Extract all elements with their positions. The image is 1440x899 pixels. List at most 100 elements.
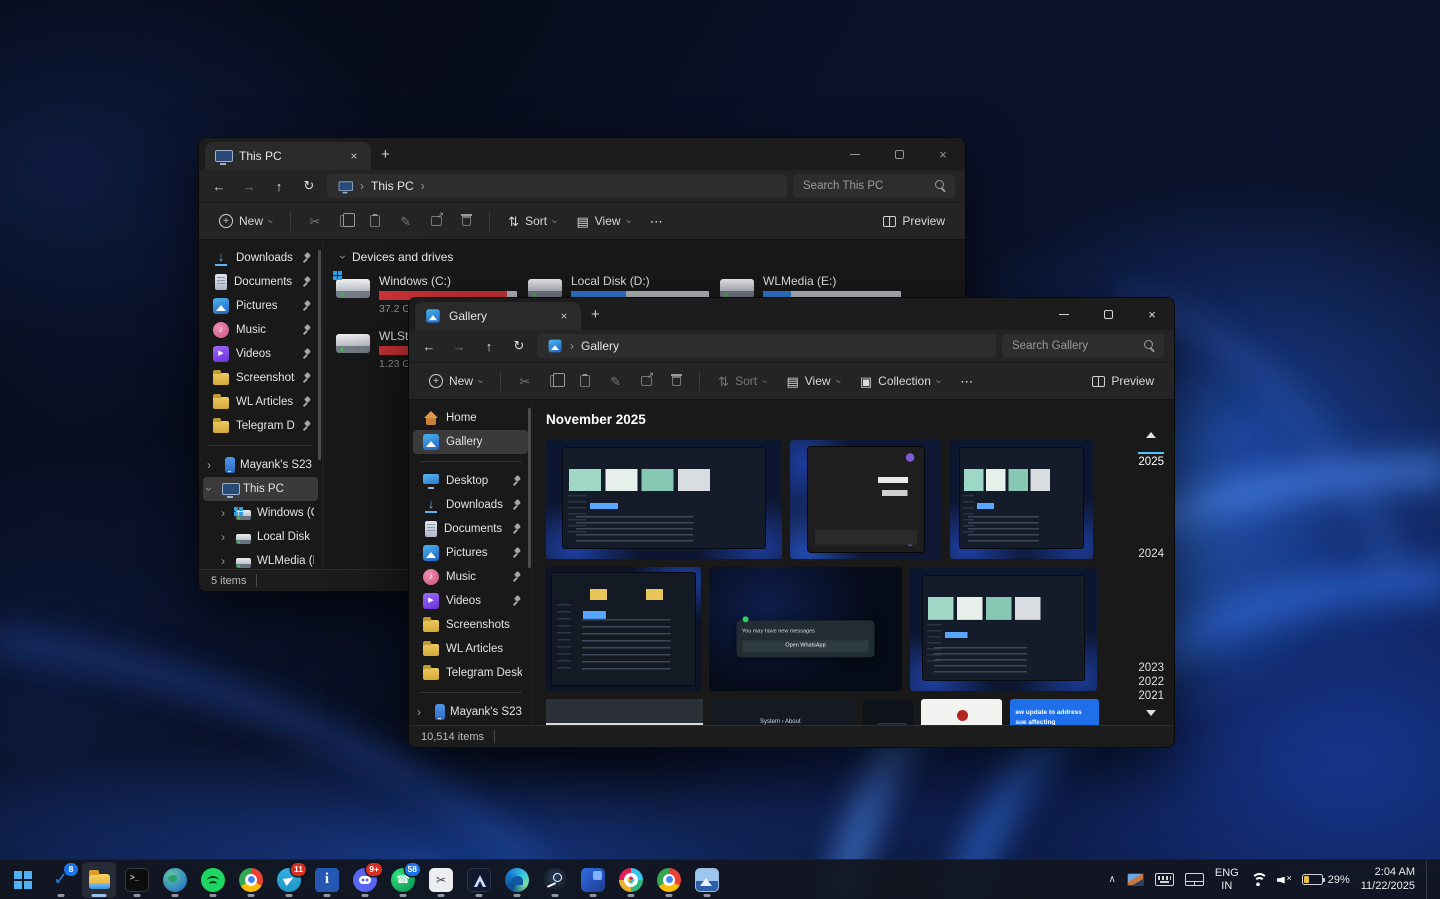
breadcrumb[interactable]: › Gallery: [537, 334, 996, 358]
gallery-thumbnail[interactable]: [863, 699, 913, 725]
gallery-thumbnail[interactable]: System › About: [711, 699, 855, 725]
up-button[interactable]: ↑: [267, 174, 291, 198]
minimize-button[interactable]: [833, 138, 877, 170]
volume-muted-icon[interactable]: [1277, 874, 1291, 886]
copy-button[interactable]: [332, 210, 358, 232]
gallery-thumbnail[interactable]: ew update to addresssue affectingrganiza…: [1010, 699, 1099, 725]
maximize-button[interactable]: [877, 138, 921, 170]
taskbar-steam-button[interactable]: [538, 862, 572, 898]
close-button[interactable]: ×: [1130, 298, 1174, 330]
taskbar-blue-app-button[interactable]: [576, 862, 610, 898]
scroll-up-icon[interactable]: [1146, 432, 1156, 438]
rename-button[interactable]: ✎: [392, 210, 419, 233]
sidebar-item[interactable]: Videos: [413, 589, 528, 613]
tree-item[interactable]: Mayank's S23: [413, 700, 528, 724]
tab-close-icon[interactable]: ×: [555, 307, 573, 325]
year-marker[interactable]: 2023: [1138, 662, 1164, 674]
taskbar-chrome-2-button[interactable]: [652, 862, 686, 898]
taskbar-chrome-button[interactable]: [234, 862, 268, 898]
touchpad-icon[interactable]: [1185, 873, 1204, 886]
taskbar-whatsapp-button[interactable]: 58: [386, 862, 420, 898]
sidebar-item[interactable]: Gallery: [413, 430, 528, 454]
language-indicator[interactable]: ENGIN: [1215, 867, 1239, 892]
sidebar-item[interactable]: Home: [413, 406, 528, 430]
hidden-icons-chevron[interactable]: ∧: [1109, 874, 1116, 885]
sidebar-item[interactable]: Desktop: [413, 469, 528, 493]
taskbar-terminal-button[interactable]: [120, 862, 154, 898]
taskbar-photos-button[interactable]: [690, 862, 724, 898]
sidebar-item[interactable]: Music: [413, 565, 528, 589]
gallery-thumbnail[interactable]: You may have new messagesOpen WhatsApp: [709, 567, 902, 691]
chevron-icon[interactable]: [207, 458, 217, 472]
battery-indicator[interactable]: 29%: [1302, 874, 1350, 886]
paste-button[interactable]: [572, 370, 598, 392]
gallery-thumbnail[interactable]: [950, 440, 1093, 559]
close-button[interactable]: ×: [921, 138, 965, 170]
new-tab-button[interactable]: +: [381, 146, 390, 163]
gallery-thumbnail[interactable]: [921, 699, 1002, 725]
chevron-icon[interactable]: [221, 506, 231, 520]
chevron-icon[interactable]: [221, 530, 231, 544]
tab-close-icon[interactable]: ×: [345, 147, 363, 165]
show-desktop-button[interactable]: [1426, 860, 1430, 899]
sidebar-item[interactable]: Documents: [203, 270, 318, 294]
taskbar-discord-button[interactable]: 9+: [348, 862, 382, 898]
sort-button[interactable]: ⇅Sort›: [500, 209, 564, 233]
search-input[interactable]: [801, 179, 935, 193]
preview-button[interactable]: Preview: [1084, 369, 1162, 393]
sidebar-item[interactable]: Screenshots: [203, 366, 318, 390]
breadcrumb[interactable]: › This PC ›: [327, 174, 787, 198]
tab-gallery[interactable]: Gallery ×: [415, 302, 581, 330]
tree-item[interactable]: Mayank's S23: [203, 453, 318, 477]
taskbar-snipping-tool-button[interactable]: [424, 862, 458, 898]
back-button[interactable]: ←: [417, 334, 441, 358]
taskbar-todo-button[interactable]: 8: [44, 862, 78, 898]
gallery-thumbnail[interactable]: [790, 440, 942, 559]
forward-button[interactable]: →: [237, 174, 261, 198]
delete-button[interactable]: [664, 371, 689, 391]
sidebar-scrollbar[interactable]: [318, 250, 321, 460]
taskbar-edge-button[interactable]: [500, 862, 534, 898]
sidebar-item[interactable]: Pictures: [413, 541, 528, 565]
forward-button[interactable]: →: [447, 334, 471, 358]
taskbar-file-explorer-button[interactable]: [82, 862, 116, 898]
year-marker[interactable]: 2025: [1138, 452, 1164, 468]
taskbar-spotify-button[interactable]: [196, 862, 230, 898]
tree-item[interactable]: This PC: [203, 477, 318, 501]
chevron-icon[interactable]: [417, 705, 427, 719]
sort-button[interactable]: ⇅Sort›: [710, 369, 774, 393]
delete-button[interactable]: [454, 211, 479, 231]
cut-button[interactable]: ✂: [301, 210, 328, 233]
preview-button[interactable]: Preview: [875, 209, 953, 233]
tree-item[interactable]: Windows (C:): [203, 501, 318, 525]
year-marker[interactable]: 2022: [1138, 676, 1164, 688]
more-button[interactable]: ⋯: [642, 210, 671, 233]
taskbar-start-button[interactable]: [6, 862, 40, 898]
minimize-button[interactable]: [1042, 298, 1086, 330]
taskbar-telegram-button[interactable]: 11: [272, 862, 306, 898]
tab-this-pc[interactable]: This PC ×: [205, 142, 371, 170]
taskbar-info-app-button[interactable]: [310, 862, 344, 898]
refresh-button[interactable]: ↻: [507, 334, 531, 358]
year-marker[interactable]: 2021: [1138, 690, 1164, 702]
sidebar-item[interactable]: Music: [203, 318, 318, 342]
touch-keyboard-icon[interactable]: [1155, 873, 1174, 886]
gallery-thumbnail[interactable]: [546, 440, 782, 559]
search-box[interactable]: [1002, 334, 1164, 358]
group-header[interactable]: Devices and drives: [341, 250, 965, 264]
sidebar-item[interactable]: Screenshots: [413, 613, 528, 637]
sidebar-item[interactable]: Telegram Desktop: [413, 661, 528, 685]
sidebar-item[interactable]: Pictures: [203, 294, 318, 318]
clock[interactable]: 2:04 AM11/22/2025: [1361, 866, 1415, 892]
copy-button[interactable]: [542, 370, 568, 392]
tree-item[interactable]: Local Disk (D:): [203, 525, 318, 549]
tray-app-icon[interactable]: [1127, 873, 1144, 886]
search-box[interactable]: [793, 174, 955, 198]
gallery-thumbnail[interactable]: [546, 699, 703, 725]
share-button[interactable]: [423, 211, 450, 231]
back-button[interactable]: ←: [207, 174, 231, 198]
chevron-icon[interactable]: [221, 554, 231, 568]
taskbar-globe-app-button[interactable]: [158, 862, 192, 898]
new-button[interactable]: +New›: [211, 209, 280, 233]
sidebar-scrollbar[interactable]: [528, 408, 531, 568]
